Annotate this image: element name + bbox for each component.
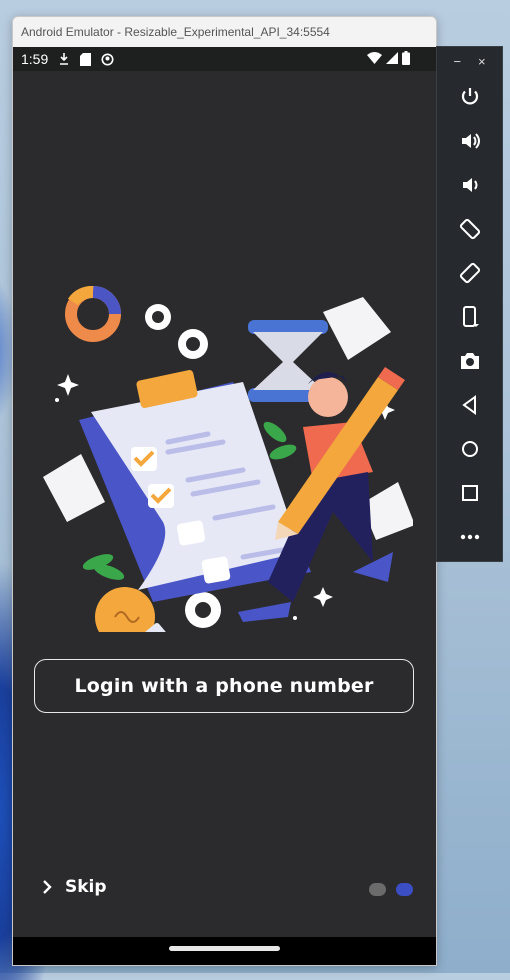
- status-time: 1:59: [21, 51, 49, 67]
- back-icon: [461, 395, 476, 415]
- window-title: Android Emulator - Resizable_Experimenta…: [21, 25, 330, 39]
- skip-label: Skip: [65, 877, 107, 897]
- home-button[interactable]: [437, 427, 502, 471]
- rotate-right-button[interactable]: [437, 251, 502, 295]
- volume-down-icon: [462, 178, 477, 192]
- battery-icon: [402, 51, 410, 65]
- rotate-left-icon: [459, 218, 480, 240]
- power-icon: [461, 88, 478, 105]
- minimize-button[interactable]: −: [453, 54, 461, 69]
- screenshot-button[interactable]: [437, 339, 502, 383]
- fold-device-icon: [462, 306, 479, 327]
- power-button[interactable]: [437, 75, 502, 119]
- camera-icon: [460, 353, 479, 369]
- skip-button[interactable]: Skip: [41, 877, 107, 897]
- signal-icon: [386, 52, 398, 64]
- sync-icon: [101, 53, 114, 65]
- overview-button[interactable]: [437, 471, 502, 515]
- window-titlebar[interactable]: Android Emulator - Resizable_Experimenta…: [13, 17, 436, 47]
- download-icon: [60, 53, 69, 65]
- page-dot-1: [369, 883, 386, 896]
- gesture-nav-bar: [13, 937, 436, 965]
- page-indicator: [369, 883, 413, 896]
- status-bar: 1:59: [13, 47, 436, 71]
- emulator-window: Android Emulator - Resizable_Experimenta…: [12, 16, 437, 966]
- login-phone-button[interactable]: Login with a phone number: [34, 659, 414, 713]
- paper-graphic: [43, 454, 105, 522]
- home-gesture-handle[interactable]: [169, 946, 280, 951]
- emulator-toolbar: − ×: [436, 46, 503, 562]
- more-icon: [460, 534, 479, 540]
- fold-device-button[interactable]: [437, 295, 502, 339]
- volume-up-button[interactable]: [437, 119, 502, 163]
- sd-card-icon: [80, 52, 92, 66]
- more-button[interactable]: [437, 515, 502, 559]
- device-screen: 1:59 Login with a phone number Skip: [13, 47, 436, 965]
- back-button[interactable]: [437, 383, 502, 427]
- volume-up-icon: [461, 133, 480, 149]
- chevron-right-icon: [43, 880, 52, 894]
- donut-chart-graphic: [65, 285, 121, 342]
- overview-icon: [461, 485, 478, 501]
- rotate-right-icon: [459, 262, 480, 284]
- home-icon: [461, 441, 478, 457]
- page-dot-2-active: [396, 883, 413, 896]
- rotate-left-button[interactable]: [437, 207, 502, 251]
- volume-down-button[interactable]: [437, 163, 502, 207]
- onboarding-illustration: [43, 285, 413, 632]
- close-button[interactable]: ×: [478, 54, 486, 69]
- wifi-icon: [367, 52, 382, 64]
